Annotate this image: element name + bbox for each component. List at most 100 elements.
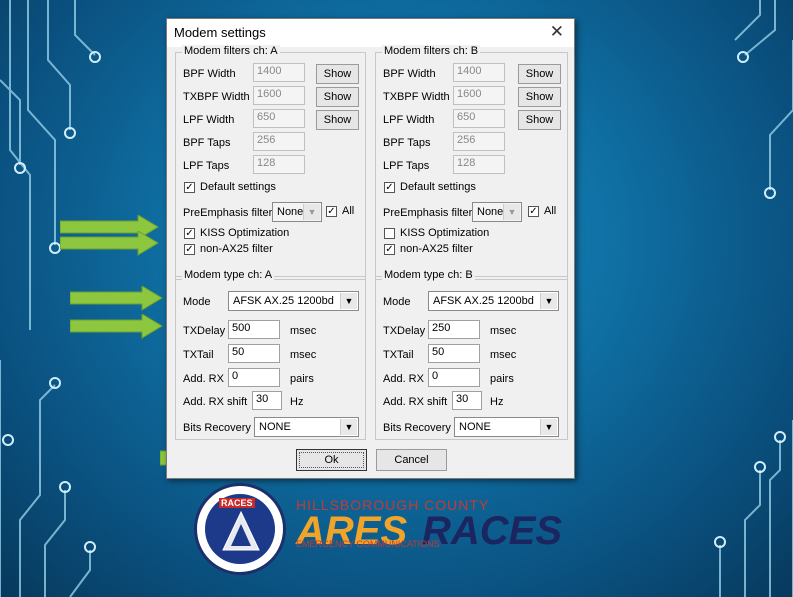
lpf-taps-field[interactable]: 128	[253, 155, 305, 174]
arrow-icon	[70, 286, 163, 311]
cancel-button[interactable]: Cancel	[376, 449, 447, 471]
mode-select[interactable]: AFSK AX.25 1200bd ▼	[428, 291, 559, 311]
arrow-icon	[70, 314, 163, 339]
txbpf-show-button[interactable]: Show	[518, 87, 561, 107]
chevron-down-icon: ▼	[503, 204, 520, 220]
txbpf-width-label: TXBPF Width	[383, 91, 450, 103]
bpf-width-field[interactable]: 1400	[253, 63, 305, 82]
emergency-communications-text: EMERGENCY COMMUNICATIONS	[296, 539, 440, 549]
rxshift-field[interactable]: 30	[452, 391, 482, 410]
lpf-width-label: LPF Width	[183, 114, 235, 126]
txdelay-field[interactable]: 250	[428, 320, 480, 339]
default-settings-label: Default settings	[200, 181, 276, 193]
bpf-show-button[interactable]: Show	[316, 64, 359, 84]
rxshift-unit: Hz	[490, 396, 504, 408]
preemphasis-value: None	[477, 206, 504, 218]
bits-recovery-value: NONE	[459, 421, 491, 433]
txbpf-show-button[interactable]: Show	[316, 87, 359, 107]
modem-type-ch-b-legend: Modem type ch: B	[382, 269, 475, 281]
default-settings-label: Default settings	[400, 181, 476, 193]
rxshift-label: Add. RX shift	[183, 396, 248, 408]
txbpf-width-field[interactable]: 1600	[253, 86, 305, 105]
kiss-label: KISS Optimization	[200, 227, 290, 239]
kiss-checkbox[interactable]: ✓	[184, 228, 195, 239]
title-bar: Modem settings ✕	[167, 19, 574, 47]
txbpf-width-field[interactable]: 1600	[453, 86, 505, 105]
lpf-show-button[interactable]: Show	[518, 110, 561, 130]
default-settings-checkbox[interactable]: ✓	[384, 182, 395, 193]
lpf-width-label: LPF Width	[383, 114, 435, 126]
bpf-taps-field[interactable]: 256	[253, 132, 305, 151]
txtail-field[interactable]: 50	[428, 344, 480, 363]
bpf-taps-label: BPF Taps	[183, 137, 231, 149]
addrx-label: Add. RX	[183, 373, 224, 385]
txbpf-width-label: TXBPF Width	[183, 91, 250, 103]
kiss-label: KISS Optimization	[400, 227, 490, 239]
lpf-width-field[interactable]: 650	[453, 109, 505, 128]
addrx-label: Add. RX	[383, 373, 424, 385]
chevron-down-icon: ▼	[340, 293, 357, 309]
preemphasis-value: None	[277, 206, 304, 218]
bits-recovery-value: NONE	[259, 421, 291, 433]
kiss-checkbox[interactable]	[384, 228, 395, 239]
lpf-show-button[interactable]: Show	[316, 110, 359, 130]
filters-ch-b-group: Modem filters ch: B BPF Width 1400 Show …	[375, 45, 568, 280]
filters-ch-a-legend: Modem filters ch: A	[182, 45, 280, 57]
addrx-unit: pairs	[290, 373, 314, 385]
chevron-down-icon: ▼	[540, 293, 557, 309]
preemphasis-label: PreEmphasis filter	[383, 207, 473, 219]
dialog-title: Modem settings	[174, 25, 266, 40]
txtail-label: TXTail	[383, 349, 414, 361]
bpf-taps-field[interactable]: 256	[453, 132, 505, 151]
mode-value: AFSK AX.25 1200bd	[233, 295, 334, 307]
all-checkbox[interactable]: ✓	[326, 206, 337, 217]
chevron-down-icon: ▼	[340, 419, 357, 435]
txtail-label: TXTail	[183, 349, 214, 361]
all-label: All	[342, 205, 355, 217]
mode-value: AFSK AX.25 1200bd	[433, 295, 534, 307]
addrx-field[interactable]: 0	[428, 368, 480, 387]
nonax25-label: non-AX25 filter	[400, 243, 473, 255]
txdelay-field[interactable]: 500	[228, 320, 280, 339]
lpf-taps-label: LPF Taps	[383, 160, 430, 172]
all-checkbox[interactable]: ✓	[528, 206, 539, 217]
rxshift-field[interactable]: 30	[252, 391, 282, 410]
all-label: All	[544, 205, 557, 217]
txdelay-unit: msec	[290, 325, 317, 337]
txdelay-label: TXDelay	[183, 325, 226, 337]
preemphasis-select[interactable]: None ▼	[272, 202, 322, 222]
nonax25-checkbox[interactable]: ✓	[384, 244, 395, 255]
nonax25-checkbox[interactable]: ✓	[184, 244, 195, 255]
bpf-width-field[interactable]: 1400	[453, 63, 505, 82]
close-icon[interactable]: ✕	[550, 22, 564, 42]
lpf-taps-field[interactable]: 128	[453, 155, 505, 174]
chevron-down-icon: ▼	[540, 419, 557, 435]
default-settings-checkbox[interactable]: ✓	[184, 182, 195, 193]
preemphasis-select[interactable]: None ▼	[472, 202, 522, 222]
rxshift-label: Add. RX shift	[383, 396, 448, 408]
mode-select[interactable]: AFSK AX.25 1200bd ▼	[228, 291, 359, 311]
bits-recovery-label: Bits Recovery	[383, 422, 451, 434]
bpf-show-button[interactable]: Show	[518, 64, 561, 84]
filters-ch-a-group: Modem filters ch: A BPF Width 1400 Show …	[175, 45, 366, 280]
bpf-taps-label: BPF Taps	[383, 137, 431, 149]
nonax25-label: non-AX25 filter	[200, 243, 273, 255]
modem-type-ch-a-legend: Modem type ch: A	[182, 269, 275, 281]
mode-label: Mode	[383, 296, 411, 308]
rxshift-unit: Hz	[290, 396, 304, 408]
chevron-down-icon: ▼	[303, 204, 320, 220]
bits-recovery-select[interactable]: NONE ▼	[254, 417, 359, 437]
ok-button[interactable]: Ok	[296, 449, 367, 471]
bits-recovery-label: Bits Recovery	[183, 422, 251, 434]
modem-type-ch-a-group: Modem type ch: A Mode AFSK AX.25 1200bd …	[175, 269, 366, 440]
races-text: RACES	[422, 509, 563, 553]
bits-recovery-select[interactable]: NONE ▼	[454, 417, 559, 437]
mode-label: Mode	[183, 296, 211, 308]
addrx-field[interactable]: 0	[228, 368, 280, 387]
txdelay-label: TXDelay	[383, 325, 426, 337]
txtail-field[interactable]: 50	[228, 344, 280, 363]
ares-races-logo: RACES HILLSBOROUGH COUNTY ARES RACES EME…	[190, 483, 570, 583]
preemphasis-label: PreEmphasis filter	[183, 207, 273, 219]
races-badge: RACES	[194, 483, 286, 575]
lpf-width-field[interactable]: 650	[253, 109, 305, 128]
